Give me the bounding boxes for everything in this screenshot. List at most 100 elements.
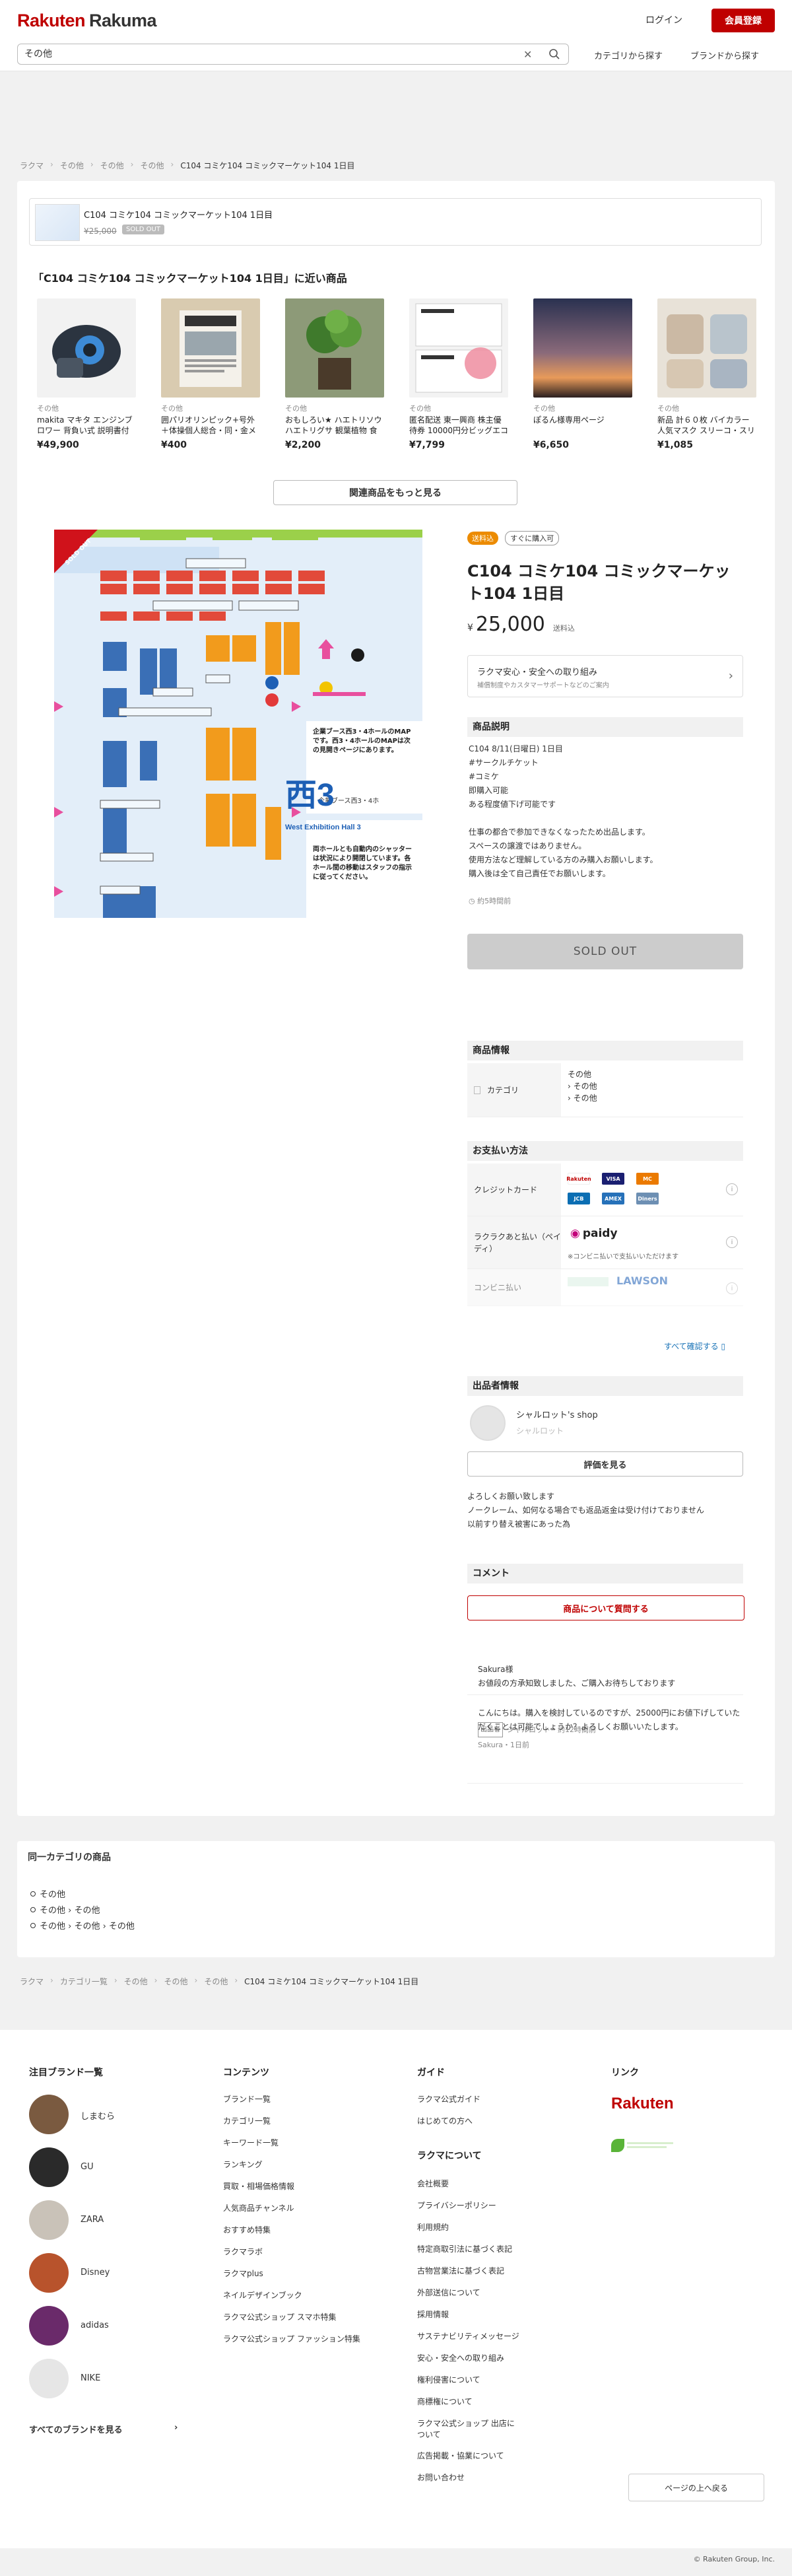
footer-link[interactable]: お問い合わせ [417, 2472, 465, 2483]
more-related-button[interactable]: 関連商品をもっと見る [273, 480, 517, 505]
all-brands-link[interactable]: すべてのブランドを見る › [29, 2423, 178, 2435]
similar-item[interactable]: その他 匿名配送 東一興商 株主優待券 10000円分ビッグエコー 1万円 ¥7… [409, 298, 508, 450]
footer-link[interactable]: はじめての方へ [417, 2115, 473, 2126]
footer-link[interactable]: 古物営業法に基づく表記 [417, 2265, 504, 2276]
breadcrumb-item[interactable]: ラクマ [20, 1976, 44, 1987]
brand-avatar-shimamura[interactable] [29, 2095, 69, 2134]
breadcrumb-item[interactable]: その他 [124, 1976, 148, 1987]
footer-link[interactable]: 買取・相場価格情報 [223, 2180, 294, 2192]
brand-link[interactable]: adidas [81, 2320, 109, 2330]
footer-link[interactable]: 利用規約 [417, 2221, 449, 2233]
footer-link[interactable]: ラクマラボ [223, 2246, 263, 2257]
similar-item[interactable]: その他 おもしろい★ ハエトリソウ ハエトリグサ 観葉植物 食虫植物 ¥2,20… [285, 298, 384, 450]
similar-item[interactable]: その他 新品 計６０枚 バイカラー 人気マスク スリーコ・スリーコインズ マ… … [657, 298, 756, 450]
featured-brands-title: 注目ブランド一覧 [29, 2068, 103, 2078]
brand-avatar-disney[interactable] [29, 2253, 69, 2293]
similar-item[interactable]: その他 囲パリオリンピック+号外＋体操個人総合・同・金メダル囲 ¥400 [161, 298, 260, 450]
similar-item[interactable]: その他 ぽるん様専用ページ ¥6,650 [533, 298, 632, 450]
similar-item-category: その他 [657, 404, 679, 413]
green-badge-link[interactable] [611, 2134, 685, 2157]
soldout-button: SOLD OUT [467, 934, 743, 969]
footer-link[interactable]: 外部送信について [417, 2287, 480, 2298]
footer-link[interactable]: ラクマplus [223, 2268, 263, 2279]
footer-link[interactable]: ラクマ公式ショップ ファッション特集 [223, 2333, 381, 2344]
rakuten-rakuma-logo[interactable]: Rakuten Rakuma [17, 9, 157, 32]
info-icon[interactable]: i [726, 1183, 738, 1195]
seller-avatar[interactable] [470, 1405, 506, 1441]
similar-item-category: その他 [161, 404, 183, 413]
brand-link[interactable]: GU [81, 2162, 94, 2172]
back-to-top-button[interactable]: ページの上へ戻る [628, 2474, 764, 2501]
footer-link[interactable]: 会社概要 [417, 2178, 449, 2189]
brand-link[interactable]: ZARA [81, 2215, 104, 2225]
price-shipping-note: 送料込 [552, 624, 575, 633]
see-all-payment-link[interactable]: すべて確認する ▯ [664, 1340, 725, 1352]
same-category-link[interactable]: その他 [30, 1887, 65, 1900]
footer-link[interactable]: カテゴリ一覧 [223, 2115, 271, 2126]
footer-link[interactable]: サステナビリティメッセージ [417, 2330, 519, 2342]
similar-item-price: ¥400 [161, 440, 187, 450]
footer-link[interactable]: 採用情報 [417, 2309, 449, 2320]
category-value[interactable]: › その他 [568, 1092, 597, 1104]
signup-button[interactable]: 会員登録 [711, 9, 775, 32]
same-category-link[interactable]: その他 › その他 › その他 [30, 1919, 135, 1932]
footer-link[interactable]: 商標権について [417, 2396, 473, 2407]
breadcrumb-item[interactable]: その他 [204, 1976, 228, 1987]
pinned-product[interactable]: C104 コミケ104 コミックマーケット104 1日目 ¥25,000 SOL… [29, 198, 762, 246]
breadcrumb-item[interactable]: その他 [140, 160, 164, 171]
image-note-2: 両ホールとも自動内のシャッターは状況により開閉しています。各ホール間の移動はスタ… [313, 846, 412, 881]
category-value[interactable]: › その他 [568, 1080, 597, 1092]
ask-question-button[interactable]: 商品について質問する [467, 1595, 744, 1620]
clear-icon[interactable]: ✕ [523, 48, 532, 61]
seller-name[interactable]: シャルロット's shop [516, 1408, 598, 1420]
footer-link[interactable]: ランキング [223, 2159, 263, 2170]
brand-avatar-adidas[interactable] [29, 2306, 69, 2346]
brand-link[interactable]: NIKE [81, 2373, 100, 2383]
footer-link[interactable]: 特定商取引法に基づく表記 [417, 2243, 512, 2254]
mastercard-logo: MC [636, 1173, 659, 1185]
category-search-link[interactable]: カテゴリから探す [594, 49, 663, 61]
footer-link[interactable]: ラクマ公式ガイド [417, 2093, 480, 2105]
footer-link[interactable]: ネイルデザインブック [223, 2289, 302, 2301]
footer-link[interactable]: 権利侵害について [417, 2374, 480, 2385]
breadcrumb-item[interactable]: その他 [60, 160, 84, 171]
brand-search-link[interactable]: ブランドから探す [690, 49, 759, 61]
breadcrumb-item[interactable]: カテゴリ一覧 [60, 1976, 108, 1987]
breadcrumb-item[interactable]: その他 [164, 1976, 187, 1987]
footer-link[interactable]: 広告掲載・協業について [417, 2450, 504, 2461]
same-category-link[interactable]: その他 › その他 [30, 1903, 100, 1916]
category-value[interactable]: その他 [568, 1068, 597, 1080]
footer-link[interactable]: ブランド一覧 [223, 2093, 271, 2105]
brand-avatar-zara[interactable] [29, 2200, 69, 2240]
footer-link[interactable]: おすすめ特集 [223, 2224, 271, 2235]
footer-link[interactable]: 安心・安全への取り組み [417, 2352, 504, 2363]
product-image[interactable]: 企業ブース西3・4ホ 西3 West Exhibition Hall 3 企業ブ… [54, 530, 422, 918]
search-box[interactable]: ✕ [17, 44, 569, 65]
rakuten-card-logo: Rakuten [566, 1173, 591, 1185]
search-input[interactable] [24, 48, 513, 59]
info-icon[interactable]: i [726, 1282, 738, 1294]
view-reviews-button[interactable]: 評価を見る [467, 1451, 743, 1477]
brand-avatar-gu[interactable] [29, 2147, 69, 2187]
brand-avatar-nike[interactable] [29, 2359, 69, 2398]
breadcrumb-item[interactable]: その他 [100, 160, 124, 171]
login-link[interactable]: ログイン [645, 13, 682, 26]
safety-info-link[interactable]: ラクマ安心・安全への取り組み 補償制度やカスタマーサポートなどのご案内 › [467, 655, 743, 697]
footer-link[interactable]: ラクマ公式ショップ 出店について [417, 2418, 516, 2440]
convenience-payment-row: コンビニ払い LAWSON i [467, 1269, 743, 1306]
footer-link[interactable]: ラクマ公式ショップ スマホ特集 [223, 2311, 336, 2322]
footer-link[interactable]: プライバシーポリシー [417, 2200, 496, 2211]
similar-item-price: ¥7,799 [409, 440, 446, 450]
info-icon[interactable]: i [726, 1236, 738, 1248]
breadcrumb-item[interactable]: ラクマ [20, 160, 44, 171]
brand-link[interactable]: Disney [81, 2268, 110, 2278]
search-icon[interactable] [547, 47, 562, 61]
rakuten-link-logo[interactable]: Rakuten [611, 2095, 674, 2113]
footer-link[interactable]: キーワード一覧 [223, 2137, 279, 2148]
footer-link[interactable]: 人気商品チャンネル [223, 2202, 294, 2213]
brand-link[interactable]: しまむら [81, 2109, 115, 2122]
expand-icon: ▯ [721, 1342, 726, 1351]
similar-item-image [285, 298, 384, 398]
similar-item[interactable]: その他 makita マキタ エンジンブロワー 背負い式 説明書付き 引取… ¥… [37, 298, 136, 450]
posted-time-text: 約5時間前 [477, 897, 512, 905]
